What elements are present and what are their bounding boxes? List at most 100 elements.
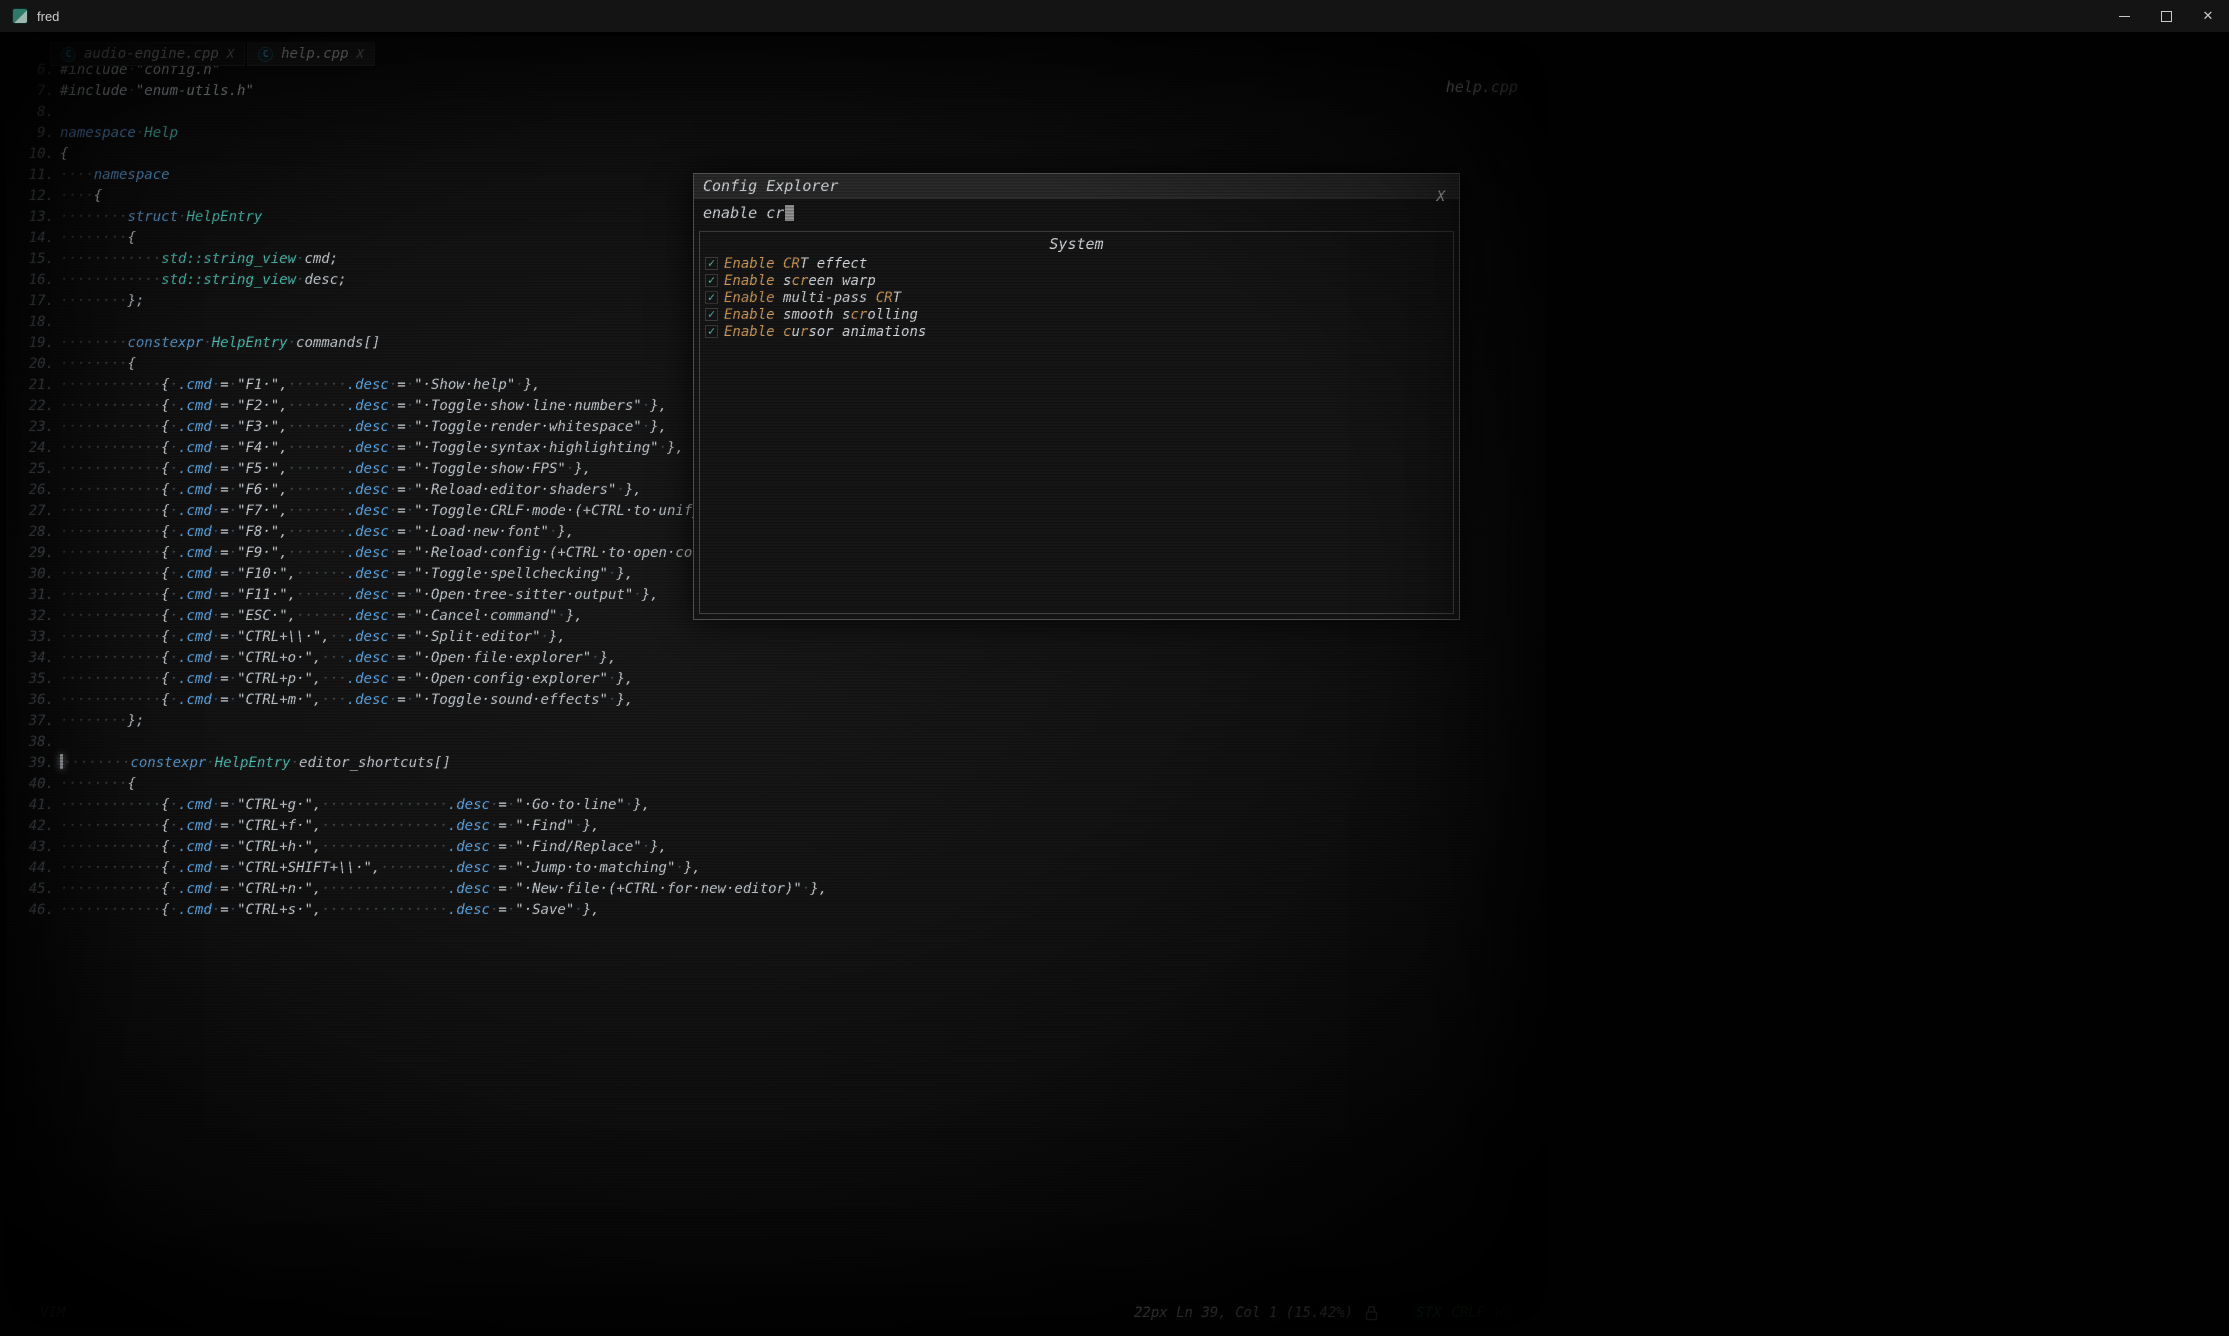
code-token: }; [127, 713, 144, 729]
status-flag-crlf: CRLF [1451, 1305, 1485, 1321]
maximize-button[interactable] [2145, 0, 2187, 32]
whitespace-dots: ··············· [321, 839, 447, 855]
line-number: 6. [14, 60, 54, 81]
whitespace-dots: · [212, 839, 220, 855]
status-flag-ws: WS [1495, 1305, 1512, 1321]
code-token: { [161, 608, 169, 624]
code-token: { [161, 881, 169, 897]
code-token: { [60, 146, 68, 162]
line-number: 16. [14, 270, 54, 291]
code-token: { [161, 629, 169, 645]
code-text: ············{·.cmd·=·"F8·",·······.desc·… [60, 522, 574, 543]
minimize-button[interactable] [2103, 0, 2145, 32]
code-token: .cmd [178, 377, 212, 393]
line-number: 44. [14, 858, 54, 879]
code-token: }, [616, 566, 633, 582]
whitespace-dots: · [406, 419, 414, 435]
code-token: commands[] [296, 335, 380, 351]
whitespace-dots: ············ [60, 902, 161, 918]
code-token: = [397, 545, 405, 561]
code-text: ············{·.cmd·=·"F5·",·······.desc·… [60, 459, 591, 480]
checkbox-icon[interactable]: ✓ [705, 291, 718, 304]
option-label-segment: Enable [724, 290, 783, 306]
config-option[interactable]: ✓Enable cursor animations [700, 323, 1453, 340]
line-number: 33. [14, 627, 54, 648]
whitespace-dots: · [229, 692, 237, 708]
whitespace-dots: · [507, 818, 515, 834]
popup-close-button[interactable]: X [1437, 189, 1445, 205]
whitespace-dots: · [406, 608, 414, 624]
config-option[interactable]: ✓Enable smooth scrolling [700, 306, 1453, 323]
tab-close-icon[interactable]: X [357, 47, 364, 61]
whitespace-dots: · [675, 860, 683, 876]
code-text: namespace·Help [60, 123, 178, 144]
whitespace-dots: · [212, 692, 220, 708]
code-token: "·Split·editor" [414, 629, 540, 645]
whitespace-dots: ··············· [321, 881, 447, 897]
code-token: Help [144, 125, 178, 141]
whitespace-dots: ······· [288, 503, 347, 519]
whitespace-dots: ········ [60, 356, 127, 372]
code-token: { [161, 671, 169, 687]
config-search-input[interactable]: enable cr [694, 199, 1459, 226]
whitespace-dots: ··············· [321, 797, 447, 813]
whitespace-dots: · [389, 629, 397, 645]
code-token: = [220, 419, 228, 435]
whitespace-dots: · [170, 398, 178, 414]
checkbox-icon[interactable]: ✓ [705, 308, 718, 321]
code-token: "F11·", [237, 587, 296, 603]
whitespace-dots: · [389, 545, 397, 561]
line-number: 37. [14, 711, 54, 732]
code-line: 36.············{·.cmd·=·"CTRL+m·",···.de… [14, 690, 827, 711]
code-token: }, [574, 461, 591, 477]
option-label-segment: CR [876, 290, 893, 306]
code-token: = [220, 461, 228, 477]
whitespace-dots: · [642, 398, 650, 414]
status-flags: STXCRLFWS [1416, 1305, 1512, 1321]
code-text: ············{·.cmd·=·"CTRL+p·",···.desc·… [60, 669, 633, 690]
whitespace-dots: · [212, 524, 220, 540]
whitespace-dots: ············ [60, 839, 161, 855]
whitespace-dots: · [406, 398, 414, 414]
code-token: .cmd [178, 818, 212, 834]
config-option[interactable]: ✓Enable screen warp [700, 272, 1453, 289]
close-button[interactable]: ✕ [2187, 0, 2229, 32]
editor-tab[interactable]: Caudio-engine.cppX [50, 42, 245, 66]
whitespace-dots: · [406, 377, 414, 393]
code-token: "·Load·new·font" [414, 524, 549, 540]
whitespace-dots: · [170, 482, 178, 498]
code-line: 10.{ [14, 144, 827, 165]
checkbox-icon[interactable]: ✓ [705, 325, 718, 338]
code-token: "·Open·config·explorer" [414, 671, 608, 687]
code-token: "F9·", [237, 545, 288, 561]
whitespace-dots: ········ [380, 860, 447, 876]
code-token: .desc [448, 818, 490, 834]
config-option[interactable]: ✓Enable multi-pass CRT [700, 289, 1453, 306]
popup-header[interactable]: Config Explorer [694, 174, 1459, 199]
code-token: editor_shortcuts[] [299, 755, 451, 771]
code-token: { [161, 650, 169, 666]
whitespace-dots: · [206, 755, 214, 771]
line-number: 17. [14, 291, 54, 312]
line-number: 35. [14, 669, 54, 690]
checkbox-icon[interactable]: ✓ [705, 257, 718, 270]
code-token: .cmd [178, 566, 212, 582]
code-token: }, [684, 860, 701, 876]
code-token: .desc [347, 608, 389, 624]
status-position-text: 22px Ln 39, Col 1 (15.42%) [1134, 1305, 1353, 1321]
code-line: 41.············{·.cmd·=·"CTRL+g·",······… [14, 795, 827, 816]
code-token: }, [600, 650, 617, 666]
code-text: ············{·.cmd·=·"CTRL+f·",·········… [60, 816, 600, 837]
code-text: ············{·.cmd·=·"F2·",·······.desc·… [60, 396, 667, 417]
code-token: = [397, 461, 405, 477]
option-label-segment: Enable CR [724, 256, 800, 272]
checkbox-icon[interactable]: ✓ [705, 274, 718, 287]
code-token: { [161, 377, 169, 393]
code-token: "F3·", [237, 419, 288, 435]
whitespace-dots: ···· [60, 188, 94, 204]
tab-close-icon[interactable]: X [227, 47, 234, 61]
editor-tab[interactable]: Chelp.cppX [247, 42, 375, 66]
config-option[interactable]: ✓Enable CRT effect [700, 255, 1453, 272]
code-token: { [161, 524, 169, 540]
cpp-file-icon: C [258, 47, 273, 62]
